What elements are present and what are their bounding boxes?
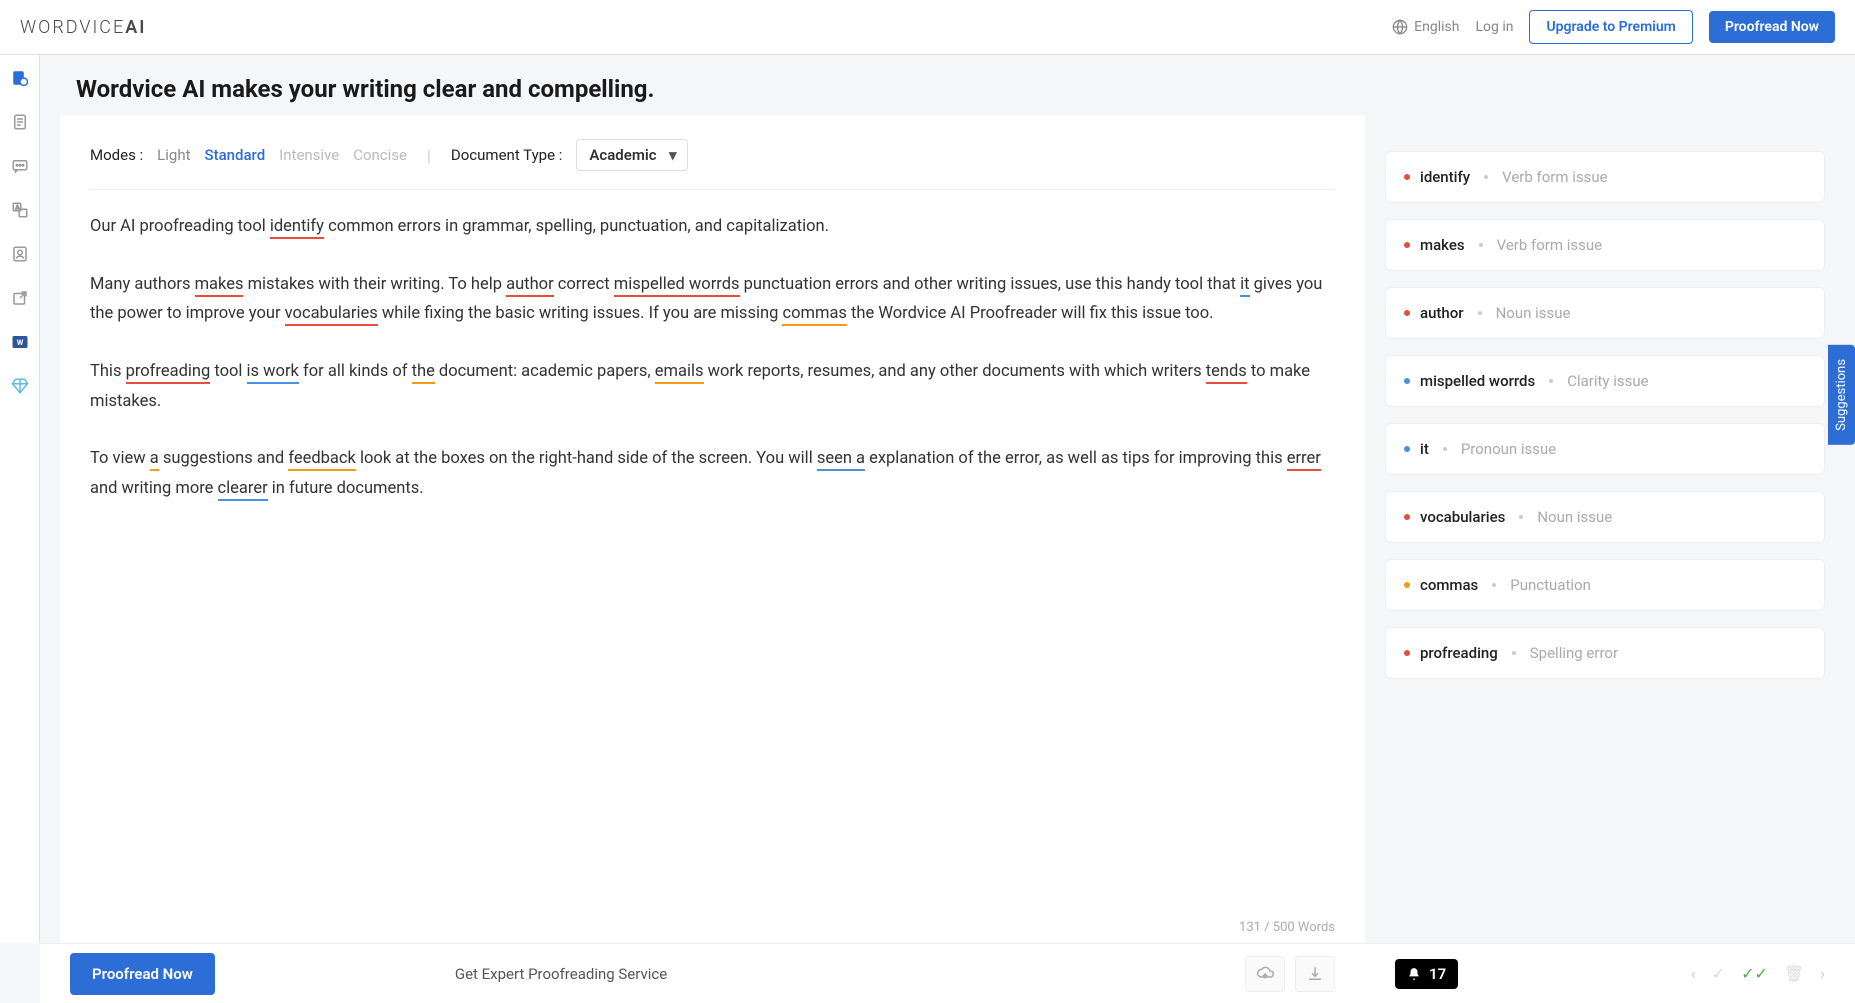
language-selector[interactable]: English [1392,19,1459,35]
svg-text:A: A [15,204,19,211]
svg-text:W: W [16,338,23,347]
suggestion-word: identify [1420,168,1470,186]
sidebar: A W [0,55,40,943]
sidebar-proofread-icon[interactable] [9,67,31,89]
page-title: Wordvice AI makes your writing clear and… [40,55,1855,115]
suggestion-card[interactable]: author Noun issue [1385,287,1825,339]
nav-controls: ‹ ✓ ✓✓ 🗑 › [1691,964,1825,983]
mode-concise[interactable]: Concise [353,146,407,164]
logo-suffix: AI [125,17,146,38]
sidebar-diamond-icon[interactable] [9,375,31,397]
main: Wordvice AI makes your writing clear and… [40,55,1855,943]
suggestion-word: mispelled worrds [1420,372,1535,390]
suggestion-issue: Clarity issue [1567,372,1648,390]
dot-icon [1404,174,1410,180]
separator-icon [1443,447,1447,451]
suggestion-issue: Verb form issue [1502,168,1608,186]
suggestion-issue: Pronoun issue [1461,440,1556,458]
separator-icon [1549,379,1553,383]
suggestion-card[interactable]: mispelled worrds Clarity issue [1385,355,1825,407]
layout: A W Wordvice AI makes your writing clear… [0,55,1855,943]
footer: Proofread Now Get Expert Proofreading Se… [40,943,1855,1003]
bell-icon [1407,967,1421,981]
delete-icon[interactable]: 🗑 [1784,964,1804,983]
toolbar: Modes : Light Standard Intensive Concise… [90,139,1335,190]
footer-right: 17 ‹ ✓ ✓✓ 🗑 › [1365,959,1855,989]
globe-icon [1392,19,1408,35]
proofread-top-button[interactable]: Proofread Now [1709,11,1835,43]
suggestion-issue: Noun issue [1496,304,1571,322]
proofread-now-button[interactable]: Proofread Now [70,953,215,995]
upload-icon[interactable] [1245,956,1285,992]
mode-light[interactable]: Light [157,146,190,164]
doc-type-label: Document Type : [451,146,563,164]
prev-icon[interactable]: ‹ [1691,964,1696,983]
suggestion-issue: Spelling error [1530,644,1618,662]
mode-intensive[interactable]: Intensive [279,146,339,164]
footer-icons [1245,956,1335,992]
suggestion-word: profreading [1420,644,1498,662]
accept-icon[interactable]: ✓ [1712,964,1725,983]
sidebar-document-icon[interactable] [9,111,31,133]
dot-icon [1404,446,1410,452]
dot-icon [1404,242,1410,248]
separator-icon [1484,175,1488,179]
accept-all-icon[interactable]: ✓✓ [1741,964,1768,983]
expert-proofreading-link[interactable]: Get Expert Proofreading Service [455,965,667,983]
separator-icon [1519,515,1523,519]
sidebar-translate-icon[interactable]: A [9,199,31,221]
logo-prefix: WORDVICE [20,17,125,38]
suggestion-word: it [1420,440,1429,458]
suggestion-card[interactable]: it Pronoun issue [1385,423,1825,475]
suggestion-card[interactable]: commas Punctuation [1385,559,1825,611]
suggestion-word: author [1420,304,1464,322]
dot-icon [1404,582,1410,588]
separator-icon [1512,651,1516,655]
editor-panel: Modes : Light Standard Intensive Concise… [60,115,1365,943]
separator-icon [1478,311,1482,315]
dot-icon [1404,378,1410,384]
mode-standard[interactable]: Standard [205,146,266,164]
sidebar-profile-icon[interactable] [9,243,31,265]
doc-type-select[interactable]: Academic [576,139,687,171]
suggestion-issue: Punctuation [1510,576,1591,594]
download-icon[interactable] [1295,956,1335,992]
suggestions-panel: identify Verb form issue makes Verb form is… [1365,115,1835,943]
next-icon[interactable]: › [1820,964,1825,983]
sidebar-chat-icon[interactable] [9,155,31,177]
issue-count-badge[interactable]: 17 [1395,959,1458,989]
suggestion-issue: Noun issue [1537,508,1612,526]
upgrade-button[interactable]: Upgrade to Premium [1529,10,1692,44]
separator-icon [1492,583,1496,587]
dot-icon [1404,310,1410,316]
editor-text[interactable]: Our AI proofreading tool identify common… [90,212,1335,912]
dot-icon [1404,650,1410,656]
issue-count: 17 [1429,965,1446,983]
sidebar-word-icon[interactable]: W [9,331,31,353]
language-label: English [1414,19,1459,35]
content-row: Modes : Light Standard Intensive Concise… [40,115,1855,943]
login-link[interactable]: Log in [1475,19,1513,35]
logo[interactable]: WORDVICEAI [20,17,146,38]
header-right: English Log in Upgrade to Premium Proofr… [1392,10,1835,44]
suggestion-card[interactable]: identify Verb form issue [1385,151,1825,203]
suggestion-word: commas [1420,576,1478,594]
footer-left: Proofread Now Get Expert Proofreading Se… [40,953,1365,995]
suggestion-card[interactable]: makes Verb form issue [1385,219,1825,271]
separator-icon [1479,243,1483,247]
dot-icon [1404,514,1410,520]
header: WORDVICEAI English Log in Upgrade to Pre… [0,0,1855,55]
sidebar-external-icon[interactable] [9,287,31,309]
suggestions-tab[interactable]: Suggestions [1828,345,1855,445]
suggestion-issue: Verb form issue [1497,236,1603,254]
modes-label: Modes : [90,146,143,164]
suggestion-card[interactable]: profreading Spelling error [1385,627,1825,679]
word-count: 131 / 500 Words [90,912,1335,943]
separator: | [427,146,431,165]
suggestion-card[interactable]: vocabularies Noun issue [1385,491,1825,543]
suggestion-word: vocabularies [1420,508,1505,526]
suggestion-word: makes [1420,236,1465,254]
